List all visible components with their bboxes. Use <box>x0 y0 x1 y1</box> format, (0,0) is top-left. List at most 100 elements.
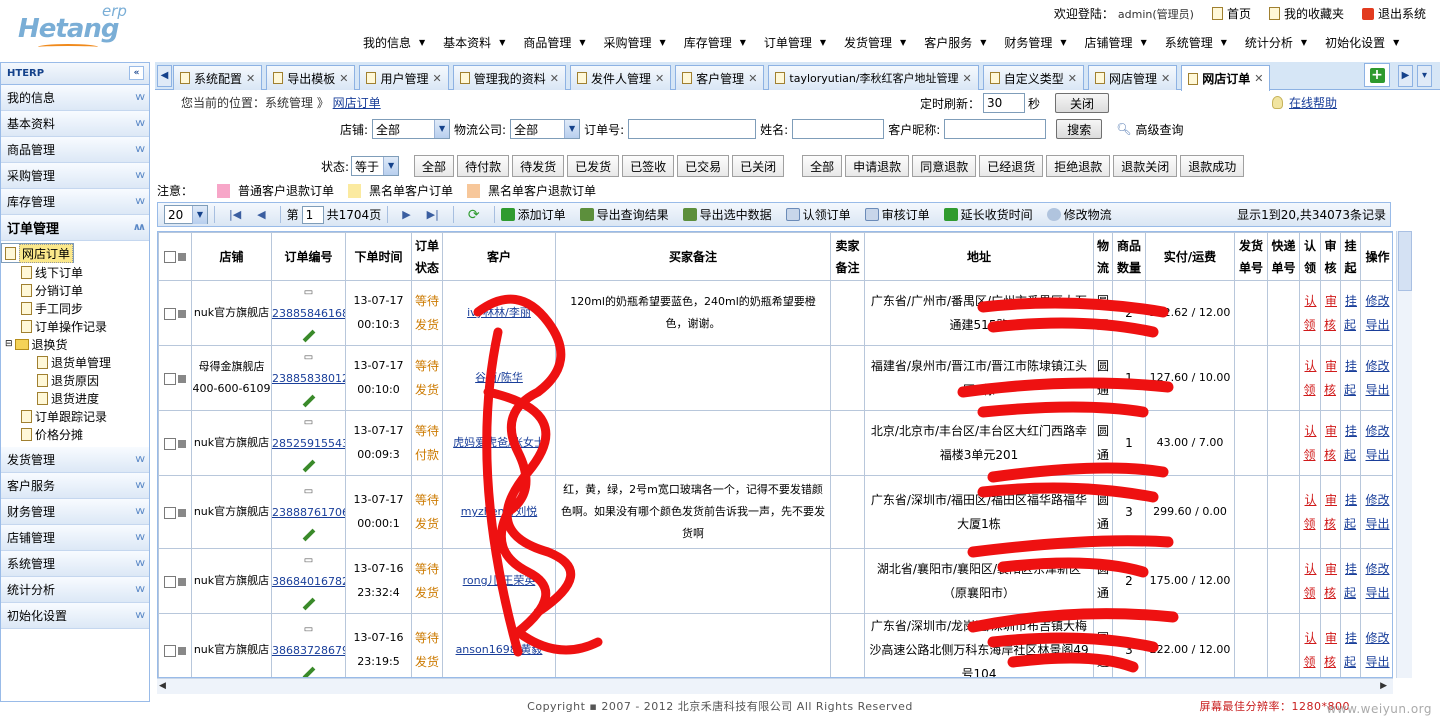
row-claim[interactable]: 认领 <box>1299 280 1321 346</box>
close-icon[interactable]: ✕ <box>748 72 757 85</box>
row-claim[interactable]: 认领 <box>1299 410 1321 476</box>
tab-customer-management[interactable]: 客户管理 ✕ <box>675 65 765 90</box>
row-order-no[interactable]: ▭238858380128 <box>271 345 346 411</box>
row-order-no[interactable]: ▭386840167822 <box>271 548 346 614</box>
row-claim[interactable]: 认领 <box>1299 613 1321 677</box>
add-order-button[interactable]: 添加订单 <box>500 206 566 223</box>
refresh-icon[interactable]: ⟳ <box>468 207 480 223</box>
row-actions[interactable]: 修改 导出 <box>1360 613 1392 677</box>
sidebar-item-customer-service[interactable]: 客户服务 ∨∨ <box>1 473 149 499</box>
favorites-link[interactable]: 我的收藏夹 <box>1268 5 1344 22</box>
edit-pencil-icon[interactable] <box>302 528 315 541</box>
tree-item-return-orders[interactable]: 退货单管理 <box>1 353 149 371</box>
close-icon[interactable]: ✕ <box>1068 72 1077 85</box>
tab-menu-icon[interactable]: ▾ <box>1417 65 1432 87</box>
table-row[interactable]: nuk官方旗舰店▭38684016782213-07-1623:32:4等待发货… <box>158 548 1392 614</box>
order-number-input[interactable] <box>628 119 757 139</box>
row-customer[interactable]: ivy林林/李丽 <box>442 280 556 346</box>
row-audit[interactable]: 审核 <box>1320 345 1341 411</box>
row-claim[interactable]: 认领 <box>1299 475 1321 549</box>
tree-item-return-progress[interactable]: 退货进度 <box>1 389 149 407</box>
menu-basic-data[interactable]: 基本资料 ▼ <box>443 34 514 51</box>
row-audit[interactable]: 审核 <box>1320 613 1341 677</box>
vertical-scrollbar[interactable] <box>1396 231 1412 678</box>
shop-select[interactable]: 全部 ▼ <box>372 119 451 139</box>
tab-online-orders[interactable]: 网店订单 ✕ <box>1181 65 1271 91</box>
online-help[interactable]: 在线帮助 <box>1272 94 1337 111</box>
sidebar-item-finance[interactable]: 财务管理 ∨∨ <box>1 499 149 525</box>
tab-scroll-right-icon[interactable]: ▶ <box>1398 65 1413 87</box>
row-actions[interactable]: 修改 导出 <box>1360 410 1392 476</box>
row-customer[interactable]: rong儿/王荣英 <box>442 548 556 614</box>
refund-returned-button[interactable]: 已经退货 <box>979 155 1044 177</box>
menu-finance[interactable]: 财务管理 ▼ <box>1004 34 1075 51</box>
tree-item-price-split[interactable]: 价格分摊 <box>1 425 149 443</box>
sidebar-item-statistics[interactable]: 统计分析 ∨∨ <box>1 577 149 603</box>
sidebar-item-basic-data[interactable]: 基本资料 ∨∨ <box>1 111 149 137</box>
table-row[interactable]: nuk官方旗舰店▭38683728679413-07-1623:19:5等待发货… <box>158 613 1392 677</box>
horizontal-scrollbar[interactable]: ◀ ▶ <box>157 678 1393 694</box>
row-audit[interactable]: 审核 <box>1320 280 1341 346</box>
row-checkbox[interactable] <box>158 280 192 346</box>
menu-products[interactable]: 商品管理 ▼ <box>523 34 594 51</box>
tab-my-profile[interactable]: 管理我的资料 ✕ <box>452 65 566 90</box>
close-icon[interactable]: ✕ <box>339 72 348 85</box>
close-icon[interactable]: ✕ <box>550 72 559 85</box>
tree-item-online-orders[interactable]: 网店订单 <box>1 243 75 263</box>
row-hang[interactable]: 挂起 <box>1340 613 1361 677</box>
tab-shop-management[interactable]: 网店管理 ✕ <box>1088 65 1178 90</box>
extend-receipt-button[interactable]: 延长收货时间 <box>943 206 1033 223</box>
row-hang[interactable]: 挂起 <box>1340 280 1361 346</box>
menu-customer-service[interactable]: 客户服务 ▼ <box>924 34 995 51</box>
sidebar-item-shops[interactable]: 店铺管理 ∨∨ <box>1 525 149 551</box>
next-page-icon[interactable]: ▶ <box>402 208 410 221</box>
edit-pencil-icon[interactable] <box>302 597 315 610</box>
prev-page-icon[interactable]: ◀ <box>257 208 265 221</box>
page-number-input[interactable] <box>301 205 324 224</box>
tab-sender-management[interactable]: 发件人管理 ✕ <box>569 65 672 90</box>
state-shipped-button[interactable]: 已发货 <box>567 155 620 177</box>
tab-customer-address[interactable]: tayloryutian/李秋红客户地址管理 ✕ <box>768 65 979 90</box>
audit-order-button[interactable]: 审核订单 <box>864 206 930 223</box>
refund-all-button[interactable]: 全部 <box>802 155 843 177</box>
edit-pencil-icon[interactable] <box>302 666 315 677</box>
row-order-no[interactable]: ▭285259155433 <box>271 410 346 476</box>
state-operator-select[interactable]: 等于 ▼ <box>351 156 400 176</box>
last-page-icon[interactable]: ▶| <box>427 208 439 221</box>
sidebar-item-orders[interactable]: 订单管理 ∧∧ <box>1 215 149 241</box>
claim-order-button[interactable]: 认领订单 <box>785 206 851 223</box>
refund-rejected-button[interactable]: 拒绝退款 <box>1046 155 1111 177</box>
breadcrumb-current[interactable]: 网店订单 <box>333 96 381 110</box>
home-link[interactable]: 首页 <box>1211 5 1251 22</box>
menu-init-settings[interactable]: 初始化设置 ▼ <box>1325 34 1408 51</box>
tree-item-order-tracking[interactable]: 订单跟踪记录 <box>1 407 149 425</box>
row-claim[interactable]: 认领 <box>1299 345 1321 411</box>
row-audit[interactable]: 审核 <box>1320 410 1341 476</box>
state-all-button[interactable]: 全部 <box>414 155 455 177</box>
close-icon[interactable]: ✕ <box>655 72 664 85</box>
tree-item-manual-sync[interactable]: 手工同步 <box>1 299 149 317</box>
tab-custom-types[interactable]: 自定义类型 ✕ <box>982 65 1084 90</box>
table-row[interactable]: nuk官方旗舰店▭23888761706013-07-1700:00:1等待发货… <box>158 475 1392 549</box>
sidebar-item-system[interactable]: 系统管理 ∨∨ <box>1 551 149 577</box>
row-audit[interactable]: 审核 <box>1320 475 1341 549</box>
menu-orders[interactable]: 订单管理 ▼ <box>764 34 835 51</box>
row-customer[interactable]: 谷雨/陈华 <box>442 345 556 411</box>
sidebar-item-inventory[interactable]: 库存管理 ∨∨ <box>1 189 149 215</box>
state-signed-button[interactable]: 已签收 <box>622 155 675 177</box>
row-actions[interactable]: 修改 导出 <box>1360 345 1392 411</box>
row-order-no[interactable]: ▭386837286794 <box>271 613 346 677</box>
row-claim[interactable]: 认领 <box>1299 548 1321 614</box>
logout-link[interactable]: 退出系统 <box>1361 5 1426 22</box>
refund-success-button[interactable]: 退款成功 <box>1180 155 1245 177</box>
tab-export-template[interactable]: 导出模板 ✕ <box>266 65 356 90</box>
row-order-no[interactable]: ▭238887617060 <box>271 475 346 549</box>
close-icon[interactable]: ✕ <box>432 72 441 85</box>
menu-my-info[interactable]: 我的信息 ▼ <box>363 34 434 51</box>
close-icon[interactable]: ✕ <box>963 72 972 85</box>
refund-agreed-button[interactable]: 同意退款 <box>912 155 977 177</box>
menu-purchase[interactable]: 采购管理 ▼ <box>604 34 675 51</box>
table-row[interactable]: 母得金旗舰店400-600-6109▭23885838012813-07-170… <box>158 345 1392 411</box>
tab-scroll-left-icon[interactable]: ◀ <box>157 65 172 87</box>
edit-pencil-icon[interactable] <box>302 394 315 407</box>
